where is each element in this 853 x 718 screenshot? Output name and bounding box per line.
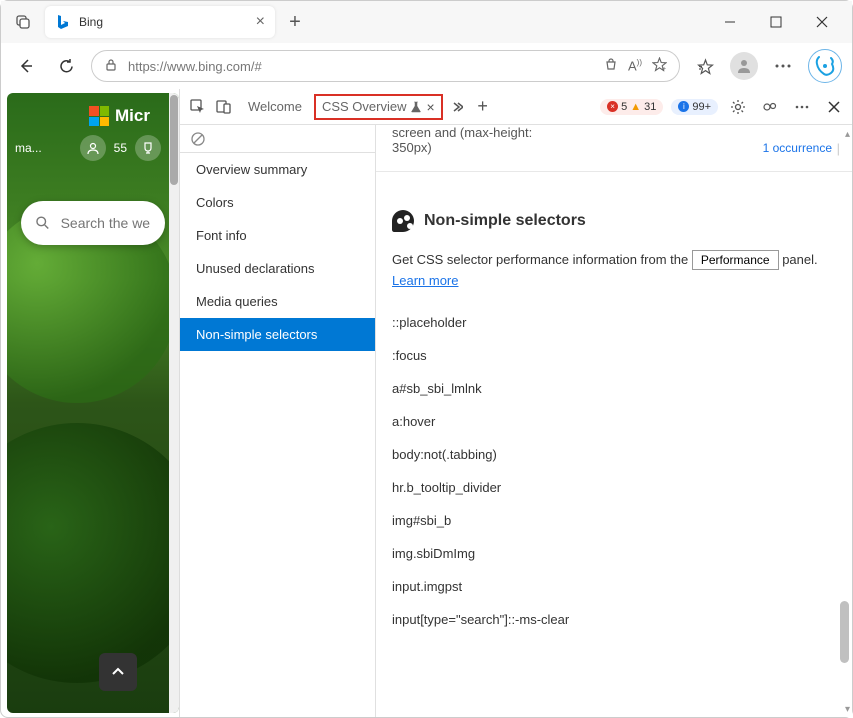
css-overview-main: screen and (max-height: 350px) 1 occurre… [376,125,852,717]
learn-more-link[interactable]: Learn more [392,273,458,288]
occurrence-link[interactable]: 1 occurrence [763,141,832,155]
shopping-icon[interactable] [604,58,618,75]
main-scrollbar[interactable]: ▴ ▾ [838,125,850,717]
profile-button[interactable] [730,52,758,80]
close-tab-icon[interactable]: × [426,99,434,115]
selector-item[interactable]: img#sbi_b [392,504,836,537]
sidebar-item-unused[interactable]: Unused declarations [180,252,375,285]
selector-item[interactable]: hr.b_tooltip_divider [392,471,836,504]
selector-item[interactable]: img.sbiDmImg [392,537,836,570]
sidebar-item-media[interactable]: Media queries [180,285,375,318]
page-scrollbar[interactable] [169,93,179,713]
site-info-icon[interactable] [104,58,118,75]
favorites-button[interactable] [690,51,720,81]
messages-badge[interactable]: i99+ [671,99,718,115]
close-tab-icon[interactable]: × [256,13,265,31]
browser-tab[interactable]: Bing × [45,6,275,38]
more-button[interactable] [768,51,798,81]
sidebar-item-overview[interactable]: Overview summary [180,153,375,186]
devtools-panel: Welcome CSS Overview × + ×5 ▲31 i99+ [179,89,852,717]
selector-item[interactable]: ::placeholder [392,306,836,339]
microsoft-icon [89,106,109,126]
non-simple-section: Non-simple selectors Get CSS selector pe… [376,182,852,644]
tab-actions-button[interactable] [9,8,37,36]
devtools-more-icon[interactable] [790,95,814,119]
settings-icon[interactable] [726,95,750,119]
search-icon [35,213,51,233]
ms-logo-text: Micr [115,106,150,126]
close-window-button[interactable] [808,8,836,36]
tab-css-overview[interactable]: CSS Overview × [314,94,443,120]
sidebar-item-nonsimple[interactable]: Non-simple selectors [180,318,375,351]
window-titlebar: Bing × + [1,1,852,43]
favorite-icon[interactable]: + [652,57,667,75]
selector-list: ::placeholder :focus a#sb_sbi_lmlnk a:ho… [392,306,836,636]
palette-icon [392,210,414,232]
copilot-button[interactable] [808,49,842,83]
feedback-icon[interactable] [758,95,782,119]
media-query-text: screen and (max-height: 350px) [392,125,542,155]
new-tab-button[interactable]: + [279,6,311,38]
address-bar[interactable]: https://www.bing.com/# A)) + [91,50,680,82]
url-text: https://www.bing.com/# [128,59,594,74]
back-to-top-button[interactable] [99,653,137,691]
rewards-count[interactable]: 55 [114,141,127,155]
bing-header: ma... 55 [7,133,169,163]
clear-icon[interactable] [190,131,206,147]
rewards-icon[interactable] [135,135,161,161]
previous-media-block: screen and (max-height: 350px) 1 occurre… [376,125,852,161]
selector-item[interactable]: body:not(.tabbing) [392,438,836,471]
inspect-icon[interactable] [186,95,210,119]
performance-hint: Get CSS selector performance information… [392,250,836,292]
css-overview-sidebar: Overview summary Colors Font info Unused… [180,125,376,717]
performance-button[interactable]: Performance [692,250,779,270]
tab-title: Bing [79,15,248,29]
errors-badge[interactable]: ×5 ▲31 [600,99,663,115]
selector-item[interactable]: a#sb_sbi_lmlnk [392,372,836,405]
window-controls [716,8,844,36]
tab-welcome[interactable]: Welcome [238,93,312,120]
sidebar-item-colors[interactable]: Colors [180,186,375,219]
account-icon[interactable] [80,135,106,161]
search-input[interactable] [61,215,151,231]
webpage-viewport[interactable]: Micr ma... 55 [7,93,179,713]
new-panel-icon[interactable]: + [471,95,495,119]
device-icon[interactable] [212,95,236,119]
sidebar-header [180,125,375,153]
minimize-button[interactable] [716,8,744,36]
selector-item[interactable]: :focus [392,339,836,372]
refresh-button[interactable] [51,51,81,81]
selector-item[interactable]: input.imgpst [392,570,836,603]
tab-css-overview-label: CSS Overview [322,99,407,114]
search-box[interactable] [21,201,165,245]
content-area: Micr ma... 55 Welcome CSS Overview × [1,89,852,717]
selector-item[interactable]: input[type="search"]::-ms-clear [392,603,836,636]
section-title: Non-simple selectors [392,210,836,232]
svg-text:+: + [662,66,666,72]
devtools-tabbar: Welcome CSS Overview × + ×5 ▲31 i99+ [180,89,852,125]
toolbar: https://www.bing.com/# A)) + [1,43,852,89]
maximize-button[interactable] [762,8,790,36]
header-text: ma... [15,141,42,155]
microsoft-logo[interactable]: Micr [89,106,150,126]
read-aloud-icon[interactable]: A)) [628,58,642,73]
devtools-body: Overview summary Colors Font info Unused… [180,125,852,717]
more-tabs-icon[interactable] [445,95,469,119]
bing-favicon-icon [55,14,71,30]
selector-item[interactable]: a:hover [392,405,836,438]
back-button[interactable] [11,51,41,81]
experiment-icon [410,101,422,113]
close-devtools-icon[interactable] [822,95,846,119]
sidebar-item-fontinfo[interactable]: Font info [180,219,375,252]
